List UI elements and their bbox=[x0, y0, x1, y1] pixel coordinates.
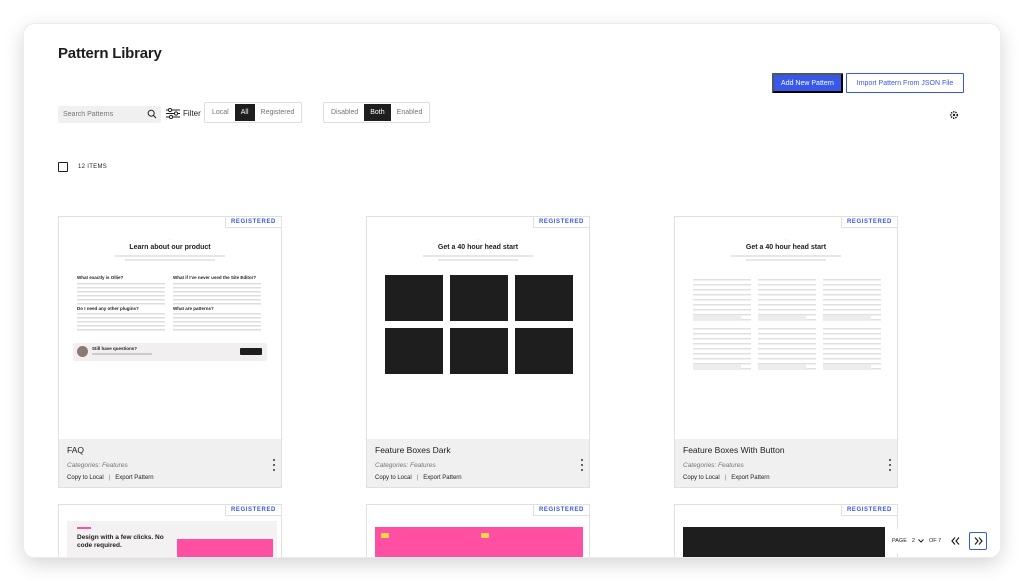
card-meta: Feature Boxes With Button Categories: Fe… bbox=[675, 439, 897, 487]
preview-title: Learn about our product bbox=[129, 244, 211, 251]
preview-title: Get a 40 hour head start bbox=[745, 244, 827, 251]
separator: | bbox=[416, 475, 419, 481]
toggle-enabled[interactable]: Enabled bbox=[391, 104, 429, 121]
total-pages: OF 7 bbox=[928, 538, 942, 544]
pattern-preview[interactable]: REGISTERED ···· Get a 40 hour head start bbox=[675, 217, 897, 439]
search-box bbox=[58, 106, 161, 123]
pattern-preview[interactable]: REGISTERED Design with a few clicks. No … bbox=[59, 505, 281, 557]
app-window: Pattern Library Add New Pattern Import P… bbox=[24, 24, 1000, 557]
select-all-checkbox[interactable] bbox=[58, 162, 68, 172]
pattern-name: FAQ bbox=[67, 445, 85, 455]
preview-question-3: Do I need any other plugins? bbox=[77, 306, 139, 311]
registered-badge: REGISTERED bbox=[224, 505, 281, 516]
toggle-local[interactable]: Local bbox=[206, 104, 235, 121]
source-toggle: Local All Registered bbox=[204, 102, 303, 123]
registered-badge: REGISTERED bbox=[840, 217, 897, 228]
more-options-icon[interactable] bbox=[272, 459, 276, 471]
previous-page-button[interactable] bbox=[946, 532, 964, 550]
pattern-categories: Categories: Features bbox=[683, 462, 744, 469]
status-toggle: Disabled Both Enabled bbox=[323, 102, 431, 123]
toggle-disabled[interactable]: Disabled bbox=[325, 104, 364, 121]
chevrons-right-icon bbox=[974, 537, 983, 545]
registered-badge: REGISTERED bbox=[840, 505, 897, 516]
export-pattern-link[interactable]: Export Pattern bbox=[423, 475, 461, 481]
more-options-icon[interactable] bbox=[580, 459, 584, 471]
pattern-categories: Categories: Features bbox=[375, 462, 436, 469]
export-pattern-link[interactable]: Export Pattern bbox=[115, 475, 153, 481]
pattern-card-6[interactable]: REGISTERED bbox=[674, 504, 898, 557]
page-title: Pattern Library bbox=[58, 45, 162, 62]
preview-cta: Still have questions? bbox=[92, 346, 138, 351]
toggle-both[interactable]: Both bbox=[364, 104, 391, 121]
copy-to-local-link[interactable]: Copy to Local bbox=[375, 475, 412, 481]
toggle-registered[interactable]: Registered bbox=[255, 104, 301, 121]
import-json-button[interactable]: Import Pattern From JSON File bbox=[846, 73, 964, 93]
pattern-card-4[interactable]: REGISTERED Design with a few clicks. No … bbox=[58, 504, 282, 557]
registered-badge: REGISTERED bbox=[532, 217, 589, 228]
next-page-button[interactable] bbox=[969, 532, 988, 550]
preview-question-1: What exactly is Ollie? bbox=[77, 275, 124, 280]
separator: | bbox=[108, 475, 111, 481]
feature-box-grid bbox=[693, 279, 881, 370]
toggle-all[interactable]: All bbox=[234, 104, 255, 121]
gear-icon[interactable] bbox=[949, 110, 959, 120]
page-label: PAGE bbox=[892, 538, 907, 544]
more-options-icon[interactable] bbox=[888, 459, 892, 471]
preview-title: Design with a few clicks. No code requir… bbox=[77, 534, 164, 550]
search-input[interactable] bbox=[63, 111, 147, 118]
preview-question-4: What are patterns? bbox=[173, 306, 214, 311]
preview-title: Get a 40 hour head start bbox=[437, 244, 519, 251]
pattern-card-feature-boxes-dark[interactable]: REGISTERED ···· Get a 40 hour head start… bbox=[366, 216, 590, 488]
pagination: PAGE 2 OF 7 bbox=[886, 529, 1000, 553]
items-count: 12 ITEMS bbox=[78, 164, 108, 170]
pattern-preview[interactable]: REGISTERED bbox=[367, 505, 589, 557]
registered-badge: REGISTERED bbox=[224, 217, 281, 228]
export-pattern-link[interactable]: Export Pattern bbox=[731, 475, 769, 481]
current-page: 2 bbox=[911, 538, 915, 544]
separator: | bbox=[724, 475, 727, 481]
filter-label: Filter bbox=[183, 109, 201, 118]
search-icon[interactable] bbox=[147, 109, 157, 119]
pattern-preview[interactable]: REGISTERED ···· Get a 40 hour head start bbox=[367, 217, 589, 439]
copy-to-local-link[interactable]: Copy to Local bbox=[67, 475, 104, 481]
registered-badge: REGISTERED bbox=[532, 505, 589, 516]
copy-to-local-link[interactable]: Copy to Local bbox=[683, 475, 720, 481]
add-new-pattern-button[interactable]: Add New Pattern bbox=[772, 73, 843, 93]
card-meta: FAQ Categories: Features Copy to Local |… bbox=[59, 439, 281, 487]
pattern-categories: Categories: Features bbox=[67, 462, 128, 469]
filter-button[interactable]: Filter bbox=[166, 108, 201, 119]
pattern-preview[interactable]: REGISTERED bbox=[675, 505, 897, 557]
chevron-down-icon bbox=[918, 539, 924, 543]
feature-box-grid bbox=[385, 275, 573, 374]
preview-question-2: What if I've never used the Site Editor? bbox=[173, 275, 257, 280]
pattern-name: Feature Boxes With Button bbox=[683, 445, 785, 455]
page-select[interactable]: 2 bbox=[912, 538, 924, 544]
pattern-card-5[interactable]: REGISTERED bbox=[366, 504, 590, 557]
chevrons-left-icon bbox=[950, 537, 960, 545]
pattern-card-feature-boxes-with-button[interactable]: REGISTERED ···· Get a 40 hour head start… bbox=[674, 216, 898, 488]
filter-icon bbox=[166, 108, 180, 119]
pattern-name: Feature Boxes Dark bbox=[375, 445, 451, 455]
pattern-preview[interactable]: REGISTERED ···· Learn about our product … bbox=[59, 217, 281, 439]
pattern-card-faq[interactable]: REGISTERED ···· Learn about our product … bbox=[58, 216, 282, 488]
card-meta: Feature Boxes Dark Categories: Features … bbox=[367, 439, 589, 487]
